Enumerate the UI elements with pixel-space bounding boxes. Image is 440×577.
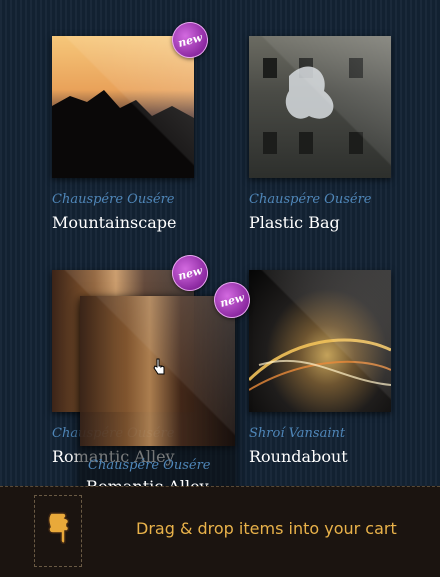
cart-drop-zone[interactable] [34, 495, 82, 567]
mountain-silhouette [52, 90, 194, 178]
product-author: Shroí Vansaint [249, 426, 346, 441]
product-author: Chauspére Ousére [52, 192, 175, 207]
product-thumbnail-plastic-bag[interactable] [249, 36, 391, 178]
product-item[interactable]: Chauspére Ousére Mountainscape [52, 36, 194, 232]
hand-pointer-icon [45, 507, 71, 555]
light-trails [249, 338, 391, 391]
drag-preview-author: Chauspére Ousére [88, 458, 211, 473]
product-title[interactable]: Roundabout [249, 447, 391, 466]
product-thumbnail-roundabout[interactable] [249, 270, 391, 412]
building-windows [263, 58, 363, 154]
product-author: Chauspére Ousére [249, 192, 372, 207]
cart-drop-bar[interactable]: Drag & drop items into your cart [0, 486, 440, 577]
product-thumbnail-mountainscape[interactable] [52, 36, 194, 178]
product-item[interactable]: Shroí Vansaint Roundabout [249, 270, 391, 466]
cart-instruction: Drag & drop items into your cart [136, 519, 397, 538]
product-title[interactable]: Plastic Bag [249, 213, 391, 232]
product-item[interactable]: Chauspére Ousére Plastic Bag [249, 36, 391, 232]
hand-cursor-icon [152, 358, 166, 380]
product-title[interactable]: Mountainscape [52, 213, 194, 232]
